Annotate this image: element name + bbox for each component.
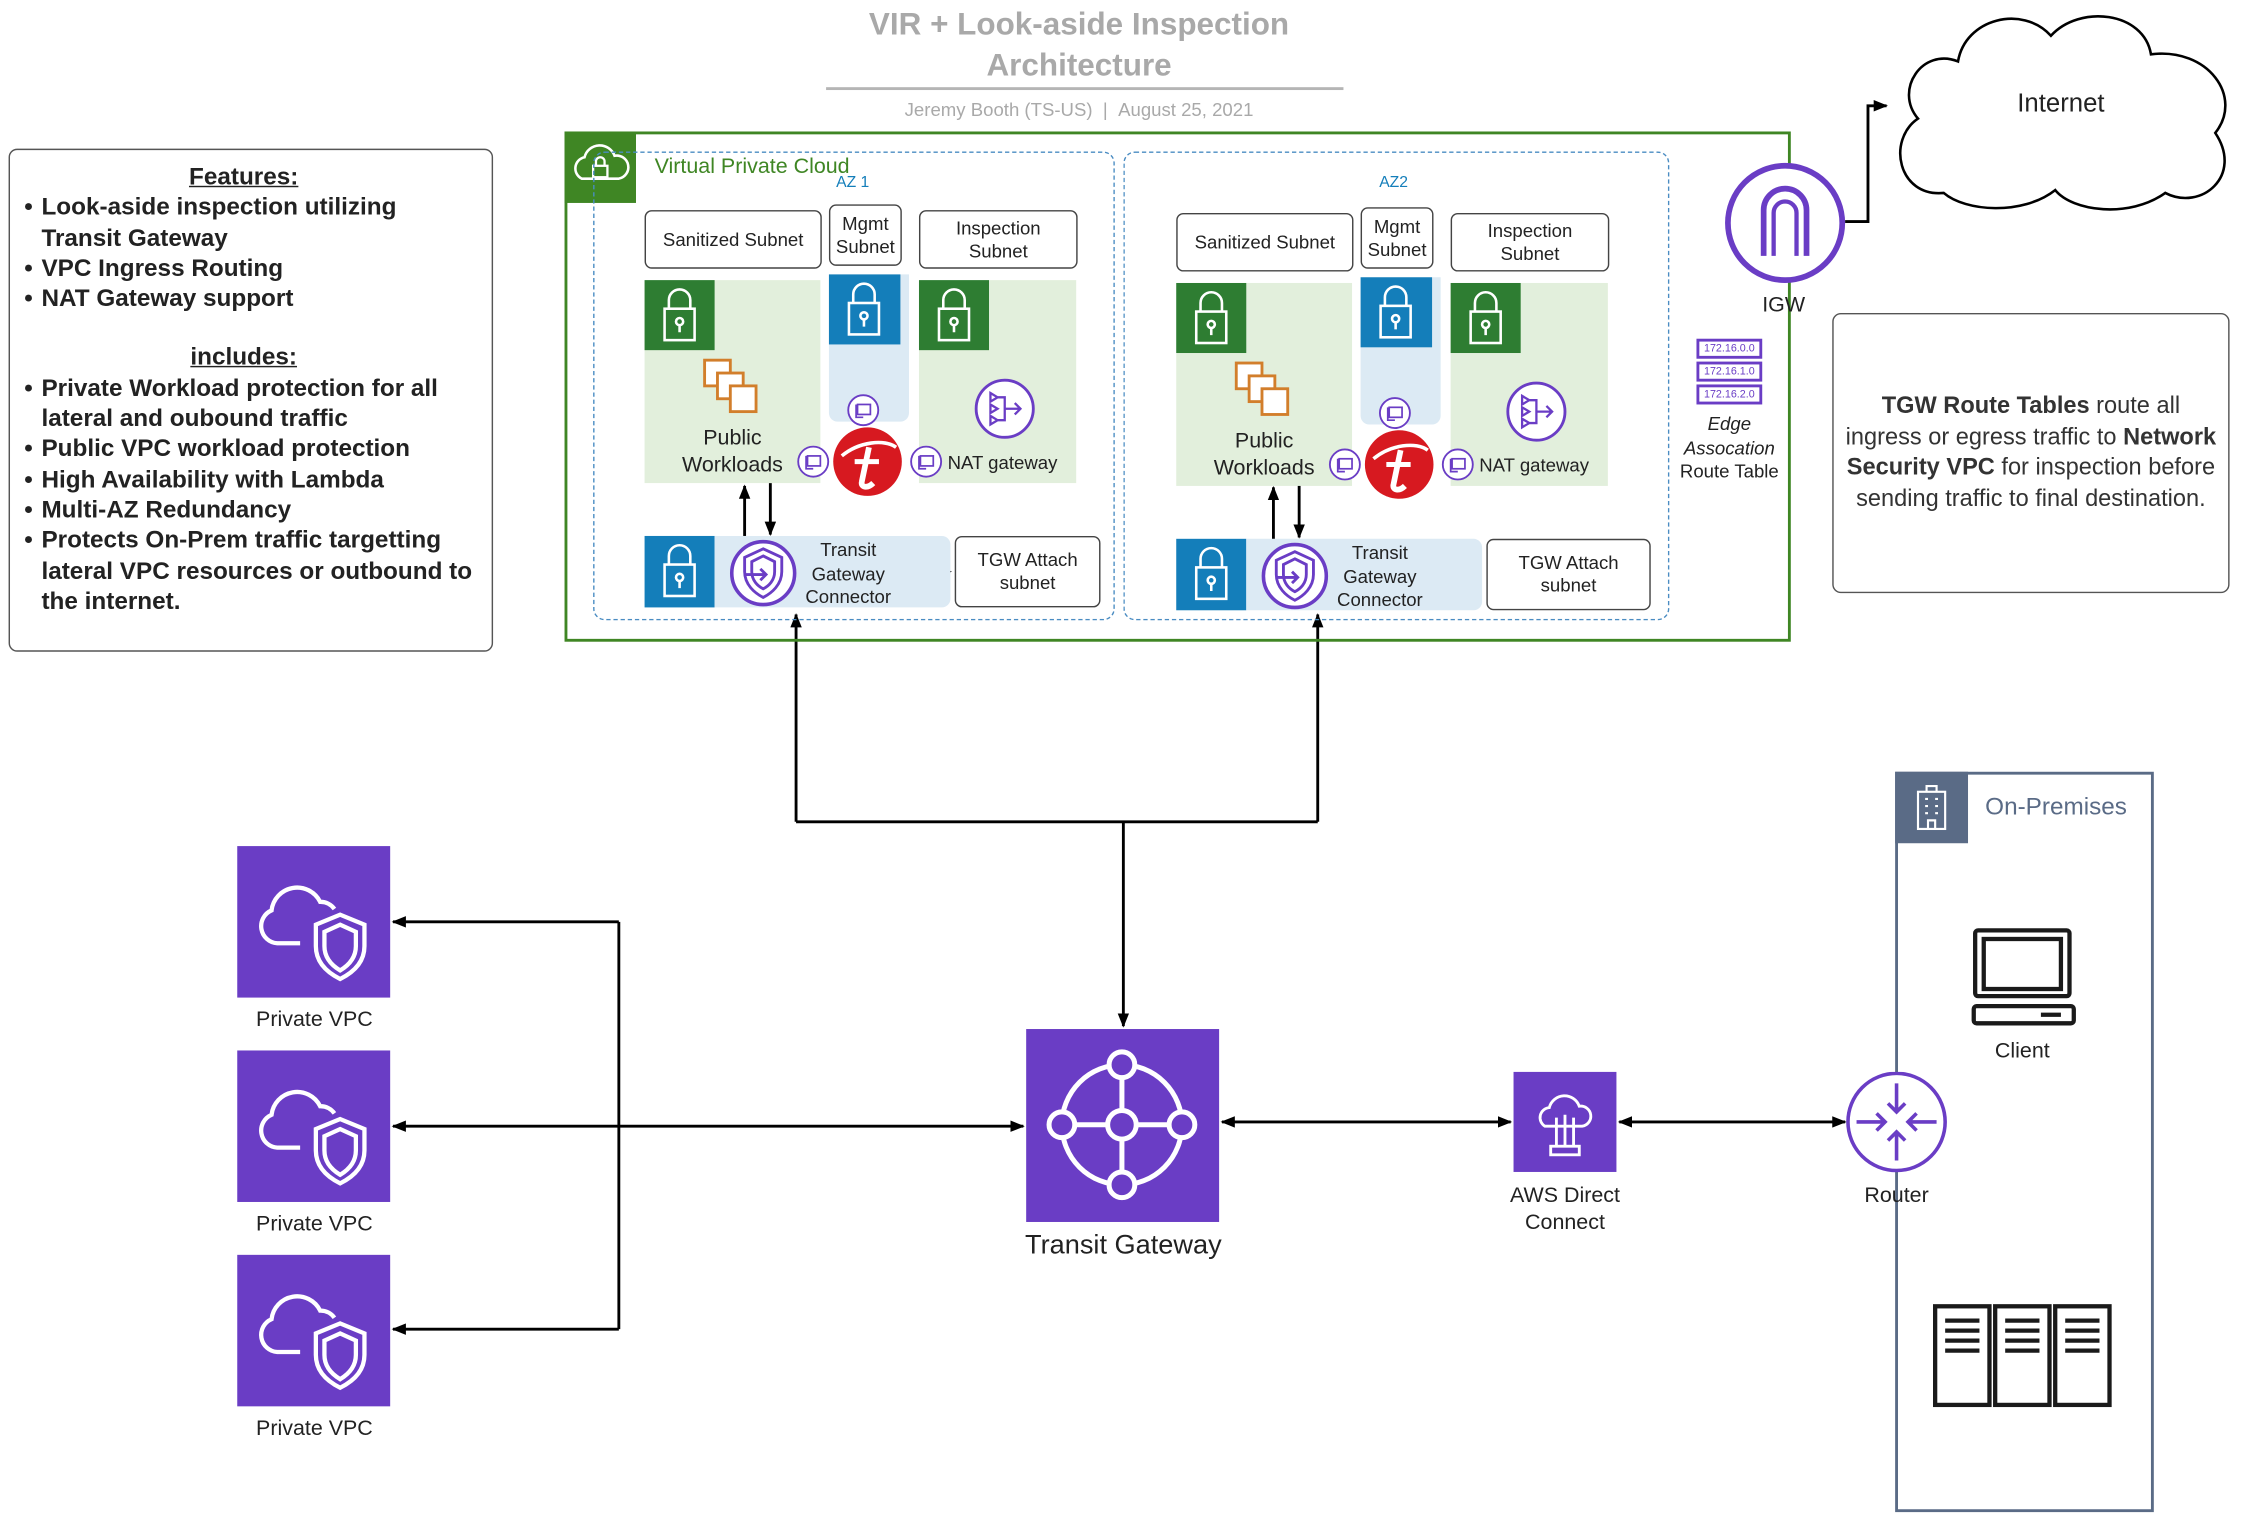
- note-bold-1: TGW Route Tables: [1881, 393, 2090, 419]
- route-entry: 172.16.1.0: [1696, 361, 1763, 382]
- date: August 25, 2021: [1118, 98, 1254, 121]
- transit-gateway-label: Transit Gateway: [1025, 1230, 1222, 1261]
- sanitized-subnet-label: Sanitized Subnet: [1176, 212, 1354, 272]
- mgmt-subnet-text: Mgmt Subnet: [835, 212, 895, 257]
- architecture-diagram: VIR + Look-aside Inspection Architecture…: [0, 0, 2241, 1518]
- subnet-lock-icon: [1450, 282, 1521, 354]
- private-vpc-label: Private VPC: [256, 1416, 373, 1441]
- mgmt-subnet-label: Mgmt Subnet: [828, 204, 902, 266]
- igw-label: IGW: [1762, 292, 1806, 318]
- inspection-subnet-text: Inspection Subnet: [955, 216, 1041, 261]
- workloads-instances-icon: [1234, 361, 1290, 416]
- tgw-attach-subnet-text: TGW Attach subnet: [977, 548, 1078, 594]
- tgw-connector-label: Transit Gateway Connector: [1337, 541, 1423, 611]
- diagram-title: VIR + Look-aside Inspection Architecture: [686, 3, 1472, 86]
- client-icon: [1971, 928, 2076, 1026]
- subnet-lock-icon: [1176, 282, 1247, 354]
- nat-gateway-label: NAT gateway: [947, 451, 1058, 474]
- building-icon: [1895, 771, 1969, 844]
- includes-item: Multi-AZ Redundancy: [24, 494, 477, 525]
- subnet-lock-icon: [1360, 277, 1433, 348]
- includes-heading: includes:: [190, 343, 298, 371]
- workloads-instances-icon: [703, 358, 758, 414]
- nat-gateway-icon: [974, 378, 1035, 439]
- direct-connect-label: AWS Direct Connect: [1509, 1183, 1620, 1235]
- feature-item: NAT Gateway support: [24, 283, 477, 314]
- inspection-subnet-label: Inspection Subnet: [1450, 212, 1610, 272]
- includes-item: High Availability with Lambda: [24, 464, 477, 495]
- subnet-lock-icon: [918, 280, 990, 351]
- edge-route-table-icon: 172.16.0.0 172.16.1.0 172.16.2.0: [1696, 338, 1763, 405]
- title-line-2: Architecture: [986, 47, 1172, 83]
- private-vpc-label: Private VPC: [256, 1007, 373, 1032]
- on-premises-label: On-Premises: [1985, 793, 2127, 821]
- route-entry: 172.16.0.0: [1696, 338, 1763, 359]
- eni-icon: [909, 444, 943, 485]
- trend-micro-logo-icon: [1364, 430, 1434, 499]
- route-table-text: Route Table: [1679, 460, 1779, 482]
- eni-icon: [1328, 447, 1362, 488]
- trend-micro-logo-icon: [833, 427, 902, 496]
- az2-subnets: Sanitized Subnet Mgmt Subnet Inspection Su…: [1176, 203, 1651, 617]
- sanitized-subnet-text: Sanitized Subnet: [662, 227, 804, 250]
- tgw-attach-subnet-label: TGW Attach subnet: [1486, 538, 1651, 611]
- private-vpc-icon: [237, 1050, 391, 1202]
- subnet-lock-icon: [828, 274, 901, 345]
- includes-item: Public VPC workload protection: [24, 434, 477, 465]
- eni-icon: [796, 444, 830, 485]
- internet-gateway-icon: [1725, 162, 1846, 283]
- separator: |: [1102, 98, 1108, 121]
- az1-label: AZ 1: [836, 174, 870, 192]
- inspection-subnet-text: Inspection Subnet: [1487, 219, 1573, 264]
- private-vpc-label: Private VPC: [256, 1211, 373, 1237]
- sanitized-subnet-text: Sanitized Subnet: [1194, 230, 1336, 253]
- tgw-attach-subnet-text: TGW Attach subnet: [1518, 551, 1619, 596]
- servers-icon: [1933, 1304, 2112, 1408]
- tgw-connector-label: Transit Gateway Connector: [805, 538, 892, 608]
- tgw-connector-icon: [729, 539, 797, 607]
- mgmt-subnet-text: Mgmt Subnet: [1367, 215, 1427, 260]
- route-entry: 172.16.2.0: [1696, 384, 1763, 405]
- subnet-lock-icon: [644, 280, 715, 351]
- author: Jeremy Booth (TS-US): [904, 98, 1093, 121]
- features-box: Features: Look-aside inspection utilizin…: [8, 148, 494, 652]
- nat-gateway-label: NAT gateway: [1479, 454, 1590, 476]
- az1-subnets: Sanitized Subnet Mgmt Subnet Inspection Su…: [644, 200, 1102, 614]
- internet-label: Internet: [2017, 88, 2105, 118]
- title-divider: [826, 87, 1344, 91]
- sanitized-subnet-label: Sanitized Subnet: [644, 210, 822, 269]
- subnet-lock-icon: [644, 535, 715, 608]
- nat-gateway-icon: [1506, 381, 1567, 442]
- router-label: Router: [1864, 1183, 1929, 1208]
- edge-route-table-label: Edge Assocation Route Table: [1658, 413, 1801, 484]
- client-label: Client: [1994, 1039, 2050, 1064]
- tgw-connector-icon: [1261, 542, 1329, 610]
- igw-internet-link: [1845, 100, 1888, 223]
- router-icon: [1846, 1071, 1947, 1173]
- diagram-subtitle: Jeremy Booth (TS-US) | August 25, 2021: [686, 99, 1472, 120]
- subnet-lock-icon: [1176, 538, 1247, 611]
- eni-icon: [1441, 447, 1475, 488]
- private-vpc-icon: [237, 1254, 391, 1407]
- includes-item: Private Workload protection for all late…: [24, 373, 477, 434]
- title-line-1: VIR + Look-aside Inspection: [868, 5, 1290, 42]
- mgmt-subnet-label: Mgmt Subnet: [1360, 207, 1434, 269]
- feature-item: Look-aside inspection utilizing Transit …: [24, 192, 477, 253]
- features-heading: Features:: [188, 162, 299, 191]
- direct-connect-icon: [1513, 1071, 1617, 1172]
- inspection-subnet-label: Inspection Subnet: [918, 210, 1078, 269]
- private-vpc-icon: [237, 846, 391, 998]
- public-workloads-label: Public Workloads: [682, 425, 783, 478]
- feature-item: VPC Ingress Routing: [24, 253, 477, 284]
- tgw-route-tables-note: TGW Route Tables route all ingress or eg…: [1832, 312, 2230, 594]
- route-table-italic: Edge Assocation: [1683, 413, 1775, 459]
- tgw-attach-subnet-label: TGW Attach subnet: [954, 535, 1101, 608]
- transit-gateway-icon: [1026, 1029, 1220, 1222]
- az2-label: AZ2: [1379, 174, 1409, 192]
- public-workloads-label: Public Workloads: [1213, 428, 1315, 481]
- includes-item: Protects On-Prem traffic targetting late…: [24, 525, 477, 616]
